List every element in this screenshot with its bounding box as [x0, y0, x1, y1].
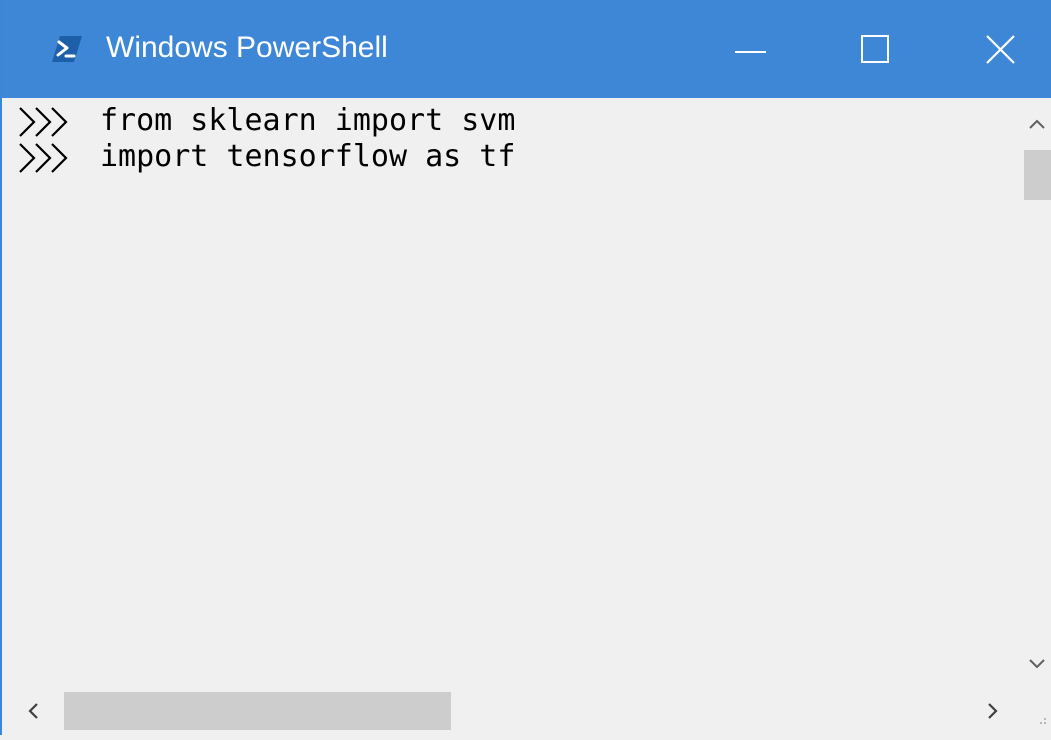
- command-text: from sklearn import svm: [100, 103, 516, 138]
- horizontal-scrollbar[interactable]: [4, 688, 1022, 735]
- powershell-icon: [50, 34, 84, 64]
- chevron-right-icon: [972, 703, 1012, 739]
- close-button[interactable]: [957, 0, 1047, 98]
- chevron-up-icon: [1022, 119, 1051, 146]
- console-output[interactable]: from sklearn import svm import tensorflo…: [4, 98, 1022, 688]
- chevron-left-icon: [16, 703, 56, 739]
- scroll-down-button[interactable]: [1022, 646, 1051, 682]
- window-title: Windows PowerShell: [106, 31, 388, 64]
- scroll-up-button[interactable]: [1022, 106, 1051, 142]
- chevron-down-icon: [1022, 659, 1051, 686]
- minimize-button[interactable]: [706, 0, 796, 98]
- title-bar[interactable]: Windows PowerShell: [2, 0, 1051, 98]
- command-text: import tensorflow as tf: [100, 139, 516, 174]
- resize-grip-icon: [1022, 718, 1051, 739]
- scroll-left-button[interactable]: [16, 688, 56, 735]
- vertical-scrollbar[interactable]: [1022, 98, 1051, 688]
- scroll-right-button[interactable]: [972, 688, 1012, 735]
- powershell-window: Windows PowerShell from sklearn import s…: [0, 0, 1051, 735]
- prompt-chevrons-icon: [18, 106, 88, 140]
- vertical-scroll-thumb[interactable]: [1024, 150, 1051, 200]
- resize-grip[interactable]: [1022, 688, 1051, 735]
- horizontal-scroll-thumb[interactable]: [64, 692, 451, 730]
- prompt-chevrons-icon: [18, 142, 88, 176]
- maximize-button[interactable]: [832, 0, 922, 98]
